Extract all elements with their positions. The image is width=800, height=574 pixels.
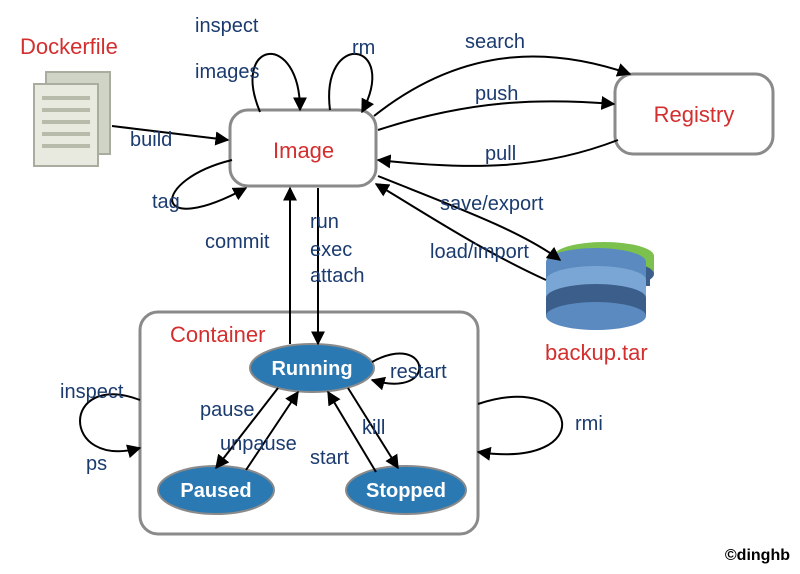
edge-search-label: search (465, 31, 525, 53)
registry-label: Registry (654, 102, 735, 127)
edge-inspect-container-label: inspect (60, 381, 124, 403)
stopped-label: Stopped (366, 480, 446, 502)
dockerfile-label: Dockerfile (20, 34, 118, 59)
edge-build-label: build (130, 129, 172, 151)
edge-unpause-label: unpause (220, 433, 297, 455)
edge-rm-label: rm (352, 37, 375, 59)
edge-images-label: images (195, 61, 259, 83)
edge-run-label: run (310, 211, 339, 233)
edge-pull-label: pull (485, 143, 516, 165)
paused-label: Paused (180, 480, 251, 502)
backup-label: backup.tar (545, 340, 648, 365)
edge-attach-label: attach (310, 265, 364, 287)
edge-inspect-image (253, 54, 300, 112)
edge-rm (329, 54, 372, 112)
running-label: Running (271, 358, 352, 380)
edge-inspect-image-label: inspect (195, 15, 259, 37)
edge-tag-label: tag (152, 191, 180, 213)
edge-save-export-label: save/export (440, 193, 544, 215)
edge-push (378, 101, 614, 130)
edge-load-import-label: load/import (430, 241, 529, 263)
edge-commit-label: commit (205, 231, 270, 253)
image-label: Image (273, 138, 334, 163)
edge-pause-label: pause (200, 399, 255, 421)
backup-icon (546, 242, 654, 330)
edge-kill-label: kill (362, 417, 385, 439)
edge-push-label: push (475, 83, 518, 105)
edge-rmi-label: rmi (575, 413, 603, 435)
dockerfile-icon (34, 72, 110, 166)
credit-label: ©dinghb (725, 547, 790, 564)
edge-restart-label: restart (390, 361, 447, 383)
container-label: Container (170, 322, 265, 347)
edge-rmi (478, 397, 562, 454)
edge-start-label: start (310, 447, 349, 469)
edge-ps-label: ps (86, 453, 107, 475)
edge-exec-label: exec (310, 239, 352, 261)
